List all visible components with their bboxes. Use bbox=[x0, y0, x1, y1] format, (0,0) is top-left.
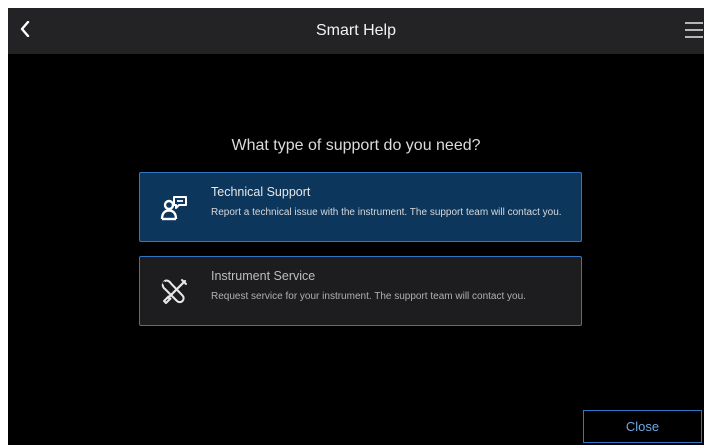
technical-support-option[interactable]: Technical Support Report a technical iss… bbox=[139, 172, 582, 242]
page-title: Smart Help bbox=[315, 22, 397, 39]
support-question: What type of support do you need? bbox=[231, 137, 481, 154]
menu-button[interactable] bbox=[682, 19, 704, 41]
smart-help-screen: Smart Help What type of support do you n… bbox=[8, 8, 704, 445]
close-button[interactable]: Close bbox=[583, 410, 702, 443]
hamburger-menu-icon bbox=[685, 22, 703, 38]
wrench-screwdriver-icon bbox=[161, 279, 187, 304]
top-bar: Smart Help bbox=[8, 8, 704, 54]
option-description: Report a technical issue with the instru… bbox=[211, 207, 562, 218]
option-title: Technical Support bbox=[211, 185, 311, 199]
instrument-service-option[interactable]: Instrument Service Request service for y… bbox=[139, 256, 582, 326]
option-title: Instrument Service bbox=[211, 269, 316, 283]
person-chat-icon bbox=[160, 196, 187, 221]
option-description: Request service for your instrument. The… bbox=[211, 291, 526, 302]
